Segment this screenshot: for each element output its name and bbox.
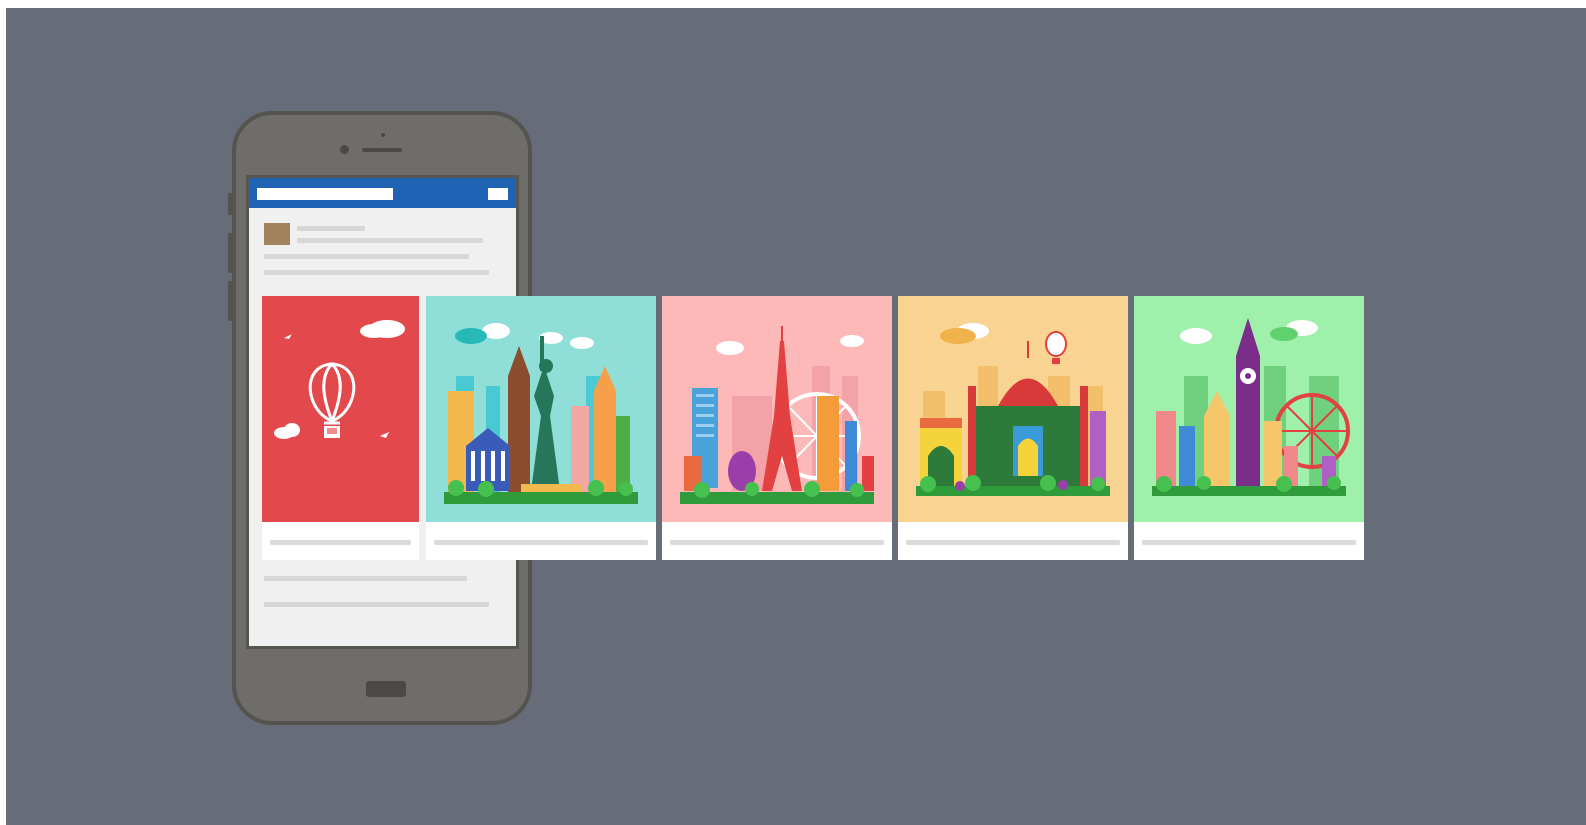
- card-image: [1134, 296, 1364, 522]
- post-footer-line: [264, 576, 467, 581]
- phone-camera: [340, 145, 349, 154]
- search-bar-placeholder: [257, 188, 393, 200]
- card-image: [262, 296, 419, 522]
- avatar: [264, 223, 290, 245]
- card-image: [426, 296, 656, 522]
- post-text-line: [264, 270, 489, 275]
- carousel-card[interactable]: [898, 296, 1128, 560]
- phone-sensor: [381, 133, 385, 137]
- new-york-skyline-icon: [426, 296, 656, 522]
- card-caption-line: [906, 540, 1120, 545]
- post-text-line: [264, 254, 469, 259]
- header-button-placeholder: [488, 188, 508, 200]
- phone-volume-down: [228, 281, 233, 321]
- london-skyline-icon: [1134, 296, 1364, 522]
- card-image: [662, 296, 892, 522]
- india-skyline-icon: [898, 296, 1128, 522]
- app-header-bar: [249, 178, 516, 208]
- post-author-line: [297, 226, 365, 231]
- phone-side-button: [228, 193, 233, 215]
- card-caption-line: [1142, 540, 1356, 545]
- hot-air-balloon-icon: [262, 296, 419, 522]
- phone-speaker: [362, 148, 402, 152]
- card-image: [898, 296, 1128, 522]
- carousel-card[interactable]: [1134, 296, 1364, 560]
- carousel-card[interactable]: [662, 296, 892, 560]
- card-caption-line: [670, 540, 884, 545]
- post-meta-line: [297, 238, 483, 243]
- carousel-card[interactable]: [262, 296, 419, 560]
- phone-home-button: [366, 681, 406, 697]
- card-caption-line: [434, 540, 648, 545]
- post-footer-line: [264, 602, 489, 607]
- illustration-stage: [6, 8, 1586, 825]
- phone-volume-up: [228, 233, 233, 273]
- paris-skyline-icon: [662, 296, 892, 522]
- carousel-card[interactable]: [426, 296, 656, 560]
- card-caption-line: [270, 540, 411, 545]
